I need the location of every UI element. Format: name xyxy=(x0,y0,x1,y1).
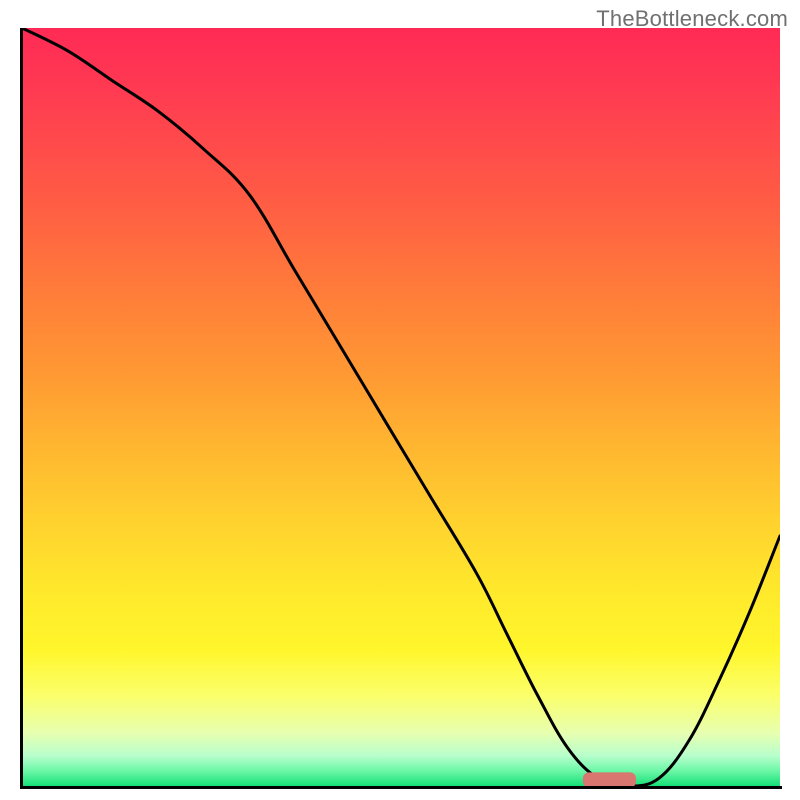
y-axis xyxy=(20,28,23,788)
chart-stage: TheBottleneck.com xyxy=(0,0,800,800)
marker-svg xyxy=(22,28,780,786)
x-axis xyxy=(20,786,782,789)
minimum-marker xyxy=(583,772,636,786)
gradient-plot-area xyxy=(22,28,780,786)
watermark-text: TheBottleneck.com xyxy=(596,6,788,32)
